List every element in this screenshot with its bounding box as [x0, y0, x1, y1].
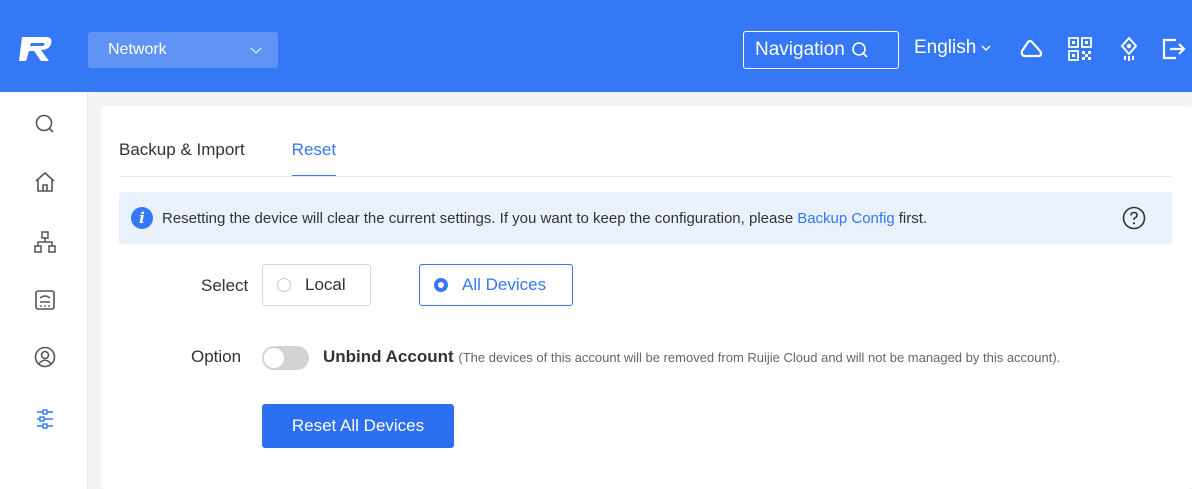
info-banner: i Resetting the device will clear the cu…: [119, 192, 1172, 244]
radio-all-devices-label: All Devices: [462, 275, 547, 294]
home-icon[interactable]: [32, 169, 58, 195]
select-label: Select: [201, 276, 249, 295]
unbind-note: (The devices of this account will be rem…: [458, 350, 1061, 365]
unbind-account-text: Unbind Account (The devices of this acco…: [323, 347, 1060, 367]
help-icon[interactable]: [1122, 206, 1146, 230]
language-select[interactable]: English: [914, 37, 992, 59]
settings-sliders-icon[interactable]: [32, 406, 58, 432]
radio-local-label: Local: [305, 275, 346, 294]
navigation-label: Navigation: [755, 39, 845, 60]
unbind-title: Unbind Account: [323, 347, 454, 366]
unbind-account-toggle[interactable]: [262, 346, 309, 370]
qr-code-icon[interactable]: [1067, 36, 1093, 62]
language-label: English: [914, 37, 977, 58]
radio-circle-selected: [434, 278, 448, 292]
network-select[interactable]: Network: [88, 32, 278, 68]
ruijie-logo[interactable]: [16, 29, 56, 69]
radio-local[interactable]: Local: [262, 264, 371, 306]
sidebar: [0, 92, 88, 489]
chevron-down-icon: [250, 47, 262, 55]
logout-icon[interactable]: [1160, 36, 1186, 62]
top-bar: Network Navigation English: [0, 0, 1192, 92]
rocket-icon[interactable]: [1116, 36, 1142, 62]
radio-circle: [277, 278, 291, 292]
topology-icon[interactable]: [32, 229, 58, 255]
option-label: Option: [191, 347, 242, 366]
tabs-divider: [119, 176, 1172, 177]
user-icon[interactable]: [32, 344, 58, 370]
cloud-icon[interactable]: [1019, 36, 1045, 62]
reset-all-devices-button[interactable]: Reset All Devices: [262, 404, 454, 448]
info-text-after: first.: [898, 209, 928, 227]
reset-card: Backup & Import Reset i Resetting the de…: [101, 106, 1192, 489]
search-icon[interactable]: [32, 111, 58, 137]
tab-backup-import[interactable]: Backup & Import: [119, 140, 245, 177]
tabs: Backup & Import Reset: [119, 140, 383, 177]
info-icon: i: [131, 207, 153, 229]
device-icon[interactable]: [32, 287, 58, 313]
search-icon: [851, 42, 868, 58]
tab-reset[interactable]: Reset: [291, 140, 337, 177]
backup-config-link[interactable]: Backup Config: [797, 210, 895, 227]
network-select-label: Network: [108, 41, 167, 58]
info-text: Resetting the device will clear the curr…: [162, 209, 794, 227]
toggle-knob: [264, 348, 284, 368]
navigation-button[interactable]: Navigation: [743, 31, 899, 69]
radio-all-devices[interactable]: All Devices: [419, 264, 573, 306]
chevron-down-icon: [981, 45, 991, 52]
